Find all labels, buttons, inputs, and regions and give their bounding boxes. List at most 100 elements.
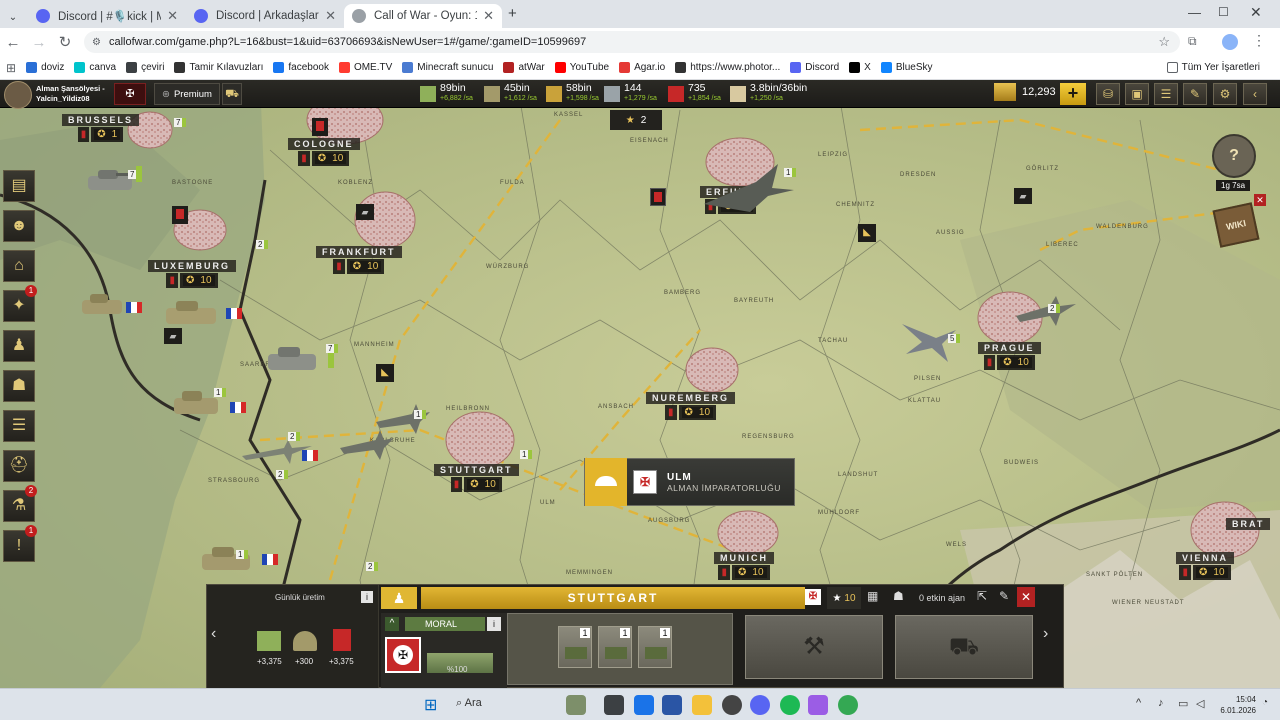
notifications-icon[interactable]: ◔: [1262, 697, 1268, 708]
helmet-button[interactable]: ⛑: [3, 450, 35, 482]
plane-unit[interactable]: [232, 430, 324, 473]
close-tab-icon[interactable]: ✕: [483, 8, 494, 24]
tab-discord-friends[interactable]: Discord | Arkadaşlar ✕: [186, 4, 344, 28]
chrome-icon[interactable]: [838, 695, 858, 715]
close-tab-icon[interactable]: ✕: [167, 8, 178, 24]
bookmark-item[interactable]: doviz: [26, 62, 64, 73]
tray-overflow-icon[interactable]: ^: [1136, 697, 1141, 709]
queue-slot[interactable]: 1: [558, 626, 592, 668]
rare-resource-marker[interactable]: [172, 206, 188, 224]
manpower-resource[interactable]: 3.8bin/36bin +1,250 /sa: [730, 83, 807, 103]
pin-city-icon[interactable]: ✎: [999, 589, 1009, 603]
next-city-arrow[interactable]: ›: [1043, 625, 1048, 643]
site-info-icon[interactable]: ⚙: [92, 37, 101, 48]
spy-agent-icon[interactable]: ☗: [893, 589, 904, 603]
bookmark-star-icon[interactable]: ☆: [1158, 34, 1170, 50]
premium-button[interactable]: ⊛ Premium: [154, 83, 220, 105]
victory-points-marker[interactable]: ★ 2: [610, 110, 662, 130]
new-tab-icon[interactable]: +: [508, 5, 517, 22]
list-button[interactable]: ☰: [3, 410, 35, 442]
info-icon[interactable]: i: [361, 591, 373, 603]
nation-flag-button[interactable]: ✠: [114, 83, 146, 105]
alert-button[interactable]: ! 1: [3, 525, 37, 562]
city-brussels[interactable]: BRUSSELS ▮ ✪ 1: [62, 112, 140, 142]
city-stuttgart[interactable]: STUTTGART ▮ ✪ 10: [434, 462, 519, 492]
electronics-resource-marker[interactable]: ▰: [356, 204, 374, 220]
tank-unit[interactable]: [196, 542, 280, 579]
city-frankfurt[interactable]: FRANKFURT ▮ ✪ 10: [316, 244, 402, 274]
newspaper-top-icon[interactable]: ▣: [1125, 83, 1149, 105]
extensions-icon[interactable]: ⧉: [1188, 34, 1197, 49]
city-prague[interactable]: PRAGUE ▮ ✪ 10: [978, 340, 1041, 370]
all-bookmarks-folder[interactable]: Tüm Yer İşaretleri: [1166, 62, 1260, 73]
minimize-icon[interactable]: —: [1188, 5, 1201, 20]
research-button[interactable]: ⚗ 2: [3, 485, 37, 522]
clock[interactable]: 15:04 6.01.2026: [1216, 694, 1256, 716]
forward-icon[interactable]: →: [26, 34, 52, 51]
bookmark-item[interactable]: Agar.io: [619, 62, 665, 73]
coalition-button[interactable]: ✦ 1: [3, 285, 37, 322]
pin-icon[interactable]: ✎: [1183, 83, 1207, 105]
bookmark-item[interactable]: canva: [74, 62, 116, 73]
app-icon[interactable]: [808, 695, 828, 715]
city-cologne[interactable]: COLOGNE ▮ ✪ 10: [288, 136, 360, 166]
store-icon[interactable]: [662, 695, 682, 715]
close-wiki-icon[interactable]: ✕: [1254, 194, 1266, 206]
close-panel-icon[interactable]: ✕: [1017, 587, 1035, 607]
newspaper-button[interactable]: ▤: [3, 170, 35, 202]
city-nuremberg[interactable]: NUREMBERG ▮ ✪ 10: [646, 390, 736, 420]
city-luxemburg[interactable]: LUXEMBURG ▮ ✪ 10: [148, 258, 236, 288]
components-resource[interactable]: 45bin +1,612 /sa: [484, 83, 537, 103]
back-icon[interactable]: ←: [0, 34, 26, 51]
bookmark-item[interactable]: Tamir Kılavuzları: [174, 62, 263, 73]
tank-unit[interactable]: [76, 290, 146, 323]
app-icon[interactable]: [722, 695, 742, 715]
discord-taskbar-icon[interactable]: [750, 695, 770, 715]
browser-menu-icon[interactable]: ⋮: [1252, 32, 1266, 49]
buy-gold-button[interactable]: +: [1060, 83, 1086, 105]
diplomacy-button[interactable]: ☻: [3, 210, 35, 242]
city-munich[interactable]: MUNICH ▮ ✪ 10: [714, 550, 774, 580]
tab-call-of-war[interactable]: Call of War - Oyun: 10,599,697 ✕: [344, 4, 502, 28]
close-window-icon[interactable]: ✕: [1250, 4, 1262, 21]
maximize-icon[interactable]: ☐: [1218, 5, 1229, 19]
bookmark-item[interactable]: çeviri: [126, 62, 164, 73]
bookmark-item[interactable]: Minecraft sunucu: [402, 62, 493, 73]
spotify-icon[interactable]: [780, 695, 800, 715]
daily-reward-icon[interactable]: ⛁: [1096, 83, 1120, 105]
bookmark-item[interactable]: Discord: [790, 62, 839, 73]
city-vienna[interactable]: VIENNA ▮ ✪ 10: [1176, 550, 1235, 580]
fuel-resource-marker[interactable]: ◣: [376, 364, 394, 382]
task-view-icon[interactable]: [604, 695, 624, 715]
army-button[interactable]: ♟: [3, 330, 35, 362]
player-avatar[interactable]: [4, 81, 32, 109]
gear-icon[interactable]: ⚙: [1213, 83, 1237, 105]
previous-city-arrow[interactable]: ‹: [211, 625, 216, 643]
economy-button[interactable]: ⌂: [3, 250, 35, 282]
game-thumbnail-icon[interactable]: [566, 695, 586, 715]
fuel-resource[interactable]: 58bin +1,598 /sa: [546, 83, 599, 103]
volume-icon[interactable]: ◁: [1196, 697, 1204, 710]
electronics-resource-marker[interactable]: ▰: [164, 328, 182, 344]
close-tab-icon[interactable]: ✕: [325, 8, 336, 24]
queue-slot[interactable]: 1: [638, 626, 672, 668]
settings-sliders-icon[interactable]: ☰: [1154, 83, 1178, 105]
queue-slot[interactable]: 1: [598, 626, 632, 668]
plane-unit[interactable]: [1010, 294, 1080, 333]
tab-search-button[interactable]: ⌄: [2, 5, 24, 29]
microphone-icon[interactable]: ♪: [1158, 697, 1164, 709]
tab-discord-kick[interactable]: Discord | #🎙️kick | Mr.Yıldız ✕: [28, 4, 186, 28]
bookmark-item[interactable]: facebook: [273, 62, 329, 73]
shop-cart-icon[interactable]: ⛟: [222, 83, 242, 105]
app-icon[interactable]: [634, 695, 654, 715]
move-capital-icon[interactable]: ⇱: [977, 589, 987, 603]
network-icon[interactable]: ▭: [1178, 697, 1188, 710]
fuel-resource-marker[interactable]: ◣: [858, 224, 876, 242]
apps-grid-icon[interactable]: ⊞: [6, 61, 16, 75]
supplies-resource[interactable]: 89bin +6,882 /sa: [420, 83, 473, 103]
city-bratislava[interactable]: BRAT: [1226, 516, 1271, 530]
taskbar-search[interactable]: ⌕ Ara: [456, 697, 482, 710]
produce-units-button[interactable]: ⛟: [895, 615, 1033, 679]
bookmark-item[interactable]: BlueSky: [880, 62, 933, 73]
file-explorer-icon[interactable]: [692, 695, 712, 715]
